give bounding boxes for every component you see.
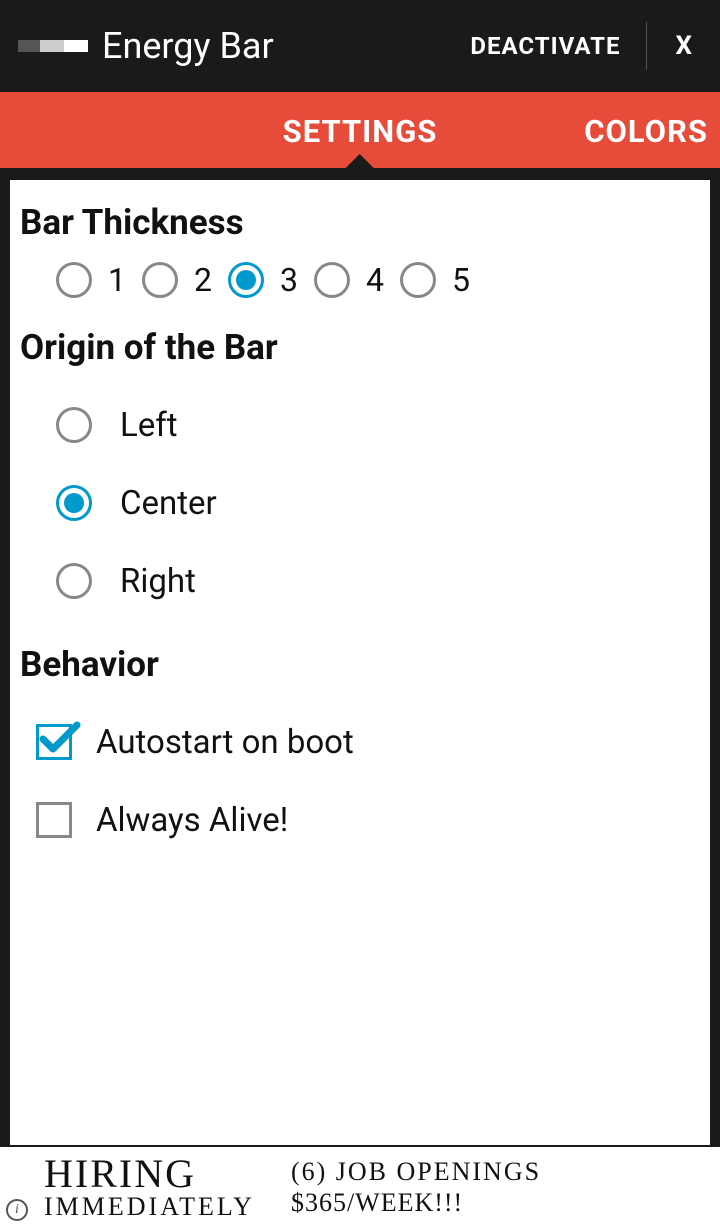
ad-pay-text: $365/WEEK!!! <box>291 1187 541 1218</box>
origin-item-right[interactable]: Right <box>56 542 700 620</box>
tab-settings-label: SETTINGS <box>283 113 438 150</box>
tab-colors-label: COLORS <box>584 113 708 150</box>
checkmark-icon <box>37 717 81 761</box>
origin-label-center: Center <box>120 484 217 523</box>
behavior-checkbox-group: Autostart on boot Always Alive! <box>20 703 700 859</box>
origin-label-left: Left <box>120 406 178 445</box>
app-header: Energy Bar DEACTIVATE X <box>0 0 720 92</box>
thickness-radio-3[interactable] <box>228 262 264 298</box>
checkbox-always-alive[interactable] <box>36 802 72 838</box>
origin-heading: Origin of the Bar <box>20 327 700 368</box>
thickness-label-1: 1 <box>100 261 134 299</box>
ad-openings-text: (6) JOB OPENINGS <box>291 1156 541 1187</box>
checkbox-label-autostart: Autostart on boot <box>96 723 354 762</box>
origin-item-left[interactable]: Left <box>56 386 700 464</box>
behavior-heading: Behavior <box>20 644 700 685</box>
active-tab-indicator-icon <box>345 154 375 169</box>
origin-radio-right[interactable] <box>56 563 92 599</box>
thickness-heading: Bar Thickness <box>20 202 700 243</box>
tab-settings[interactable]: SETTINGS <box>283 94 438 168</box>
thickness-radio-2[interactable] <box>142 262 178 298</box>
settings-panel: Bar Thickness 1 2 3 4 5 Origin of the Ba… <box>10 180 710 1145</box>
origin-radio-left[interactable] <box>56 407 92 443</box>
thickness-radio-4[interactable] <box>314 262 350 298</box>
checkbox-label-always-alive: Always Alive! <box>96 801 288 840</box>
app-title: Energy Bar <box>102 25 444 67</box>
behavior-item-autostart[interactable]: Autostart on boot <box>36 703 700 781</box>
origin-label-right: Right <box>120 562 196 601</box>
tab-bar: SETTINGS COLORS <box>0 92 720 168</box>
thickness-radio-5[interactable] <box>400 262 436 298</box>
tab-colors[interactable]: COLORS <box>584 94 708 168</box>
app-logo-icon <box>18 40 88 52</box>
origin-radio-group: Left Center Right <box>20 386 700 620</box>
thickness-radio-1[interactable] <box>56 262 92 298</box>
close-button[interactable]: X <box>647 31 720 61</box>
ad-hiring-text: HIRING <box>44 1154 255 1194</box>
ad-info-icon[interactable]: i <box>6 1199 28 1221</box>
thickness-label-2: 2 <box>186 261 220 299</box>
thickness-label-3: 3 <box>272 261 306 299</box>
origin-radio-center[interactable] <box>56 485 92 521</box>
behavior-item-always-alive[interactable]: Always Alive! <box>36 781 700 859</box>
thickness-radio-group: 1 2 3 4 5 <box>20 261 700 299</box>
deactivate-button[interactable]: DEACTIVATE <box>444 22 646 70</box>
thickness-label-5: 5 <box>444 261 478 299</box>
checkbox-autostart[interactable] <box>36 724 72 760</box>
ad-immediately-text: IMMEDIATELY <box>44 1194 255 1220</box>
ad-banner[interactable]: i HIRING IMMEDIATELY (6) JOB OPENINGS $3… <box>0 1147 720 1227</box>
thickness-label-4: 4 <box>358 261 392 299</box>
origin-item-center[interactable]: Center <box>56 464 700 542</box>
